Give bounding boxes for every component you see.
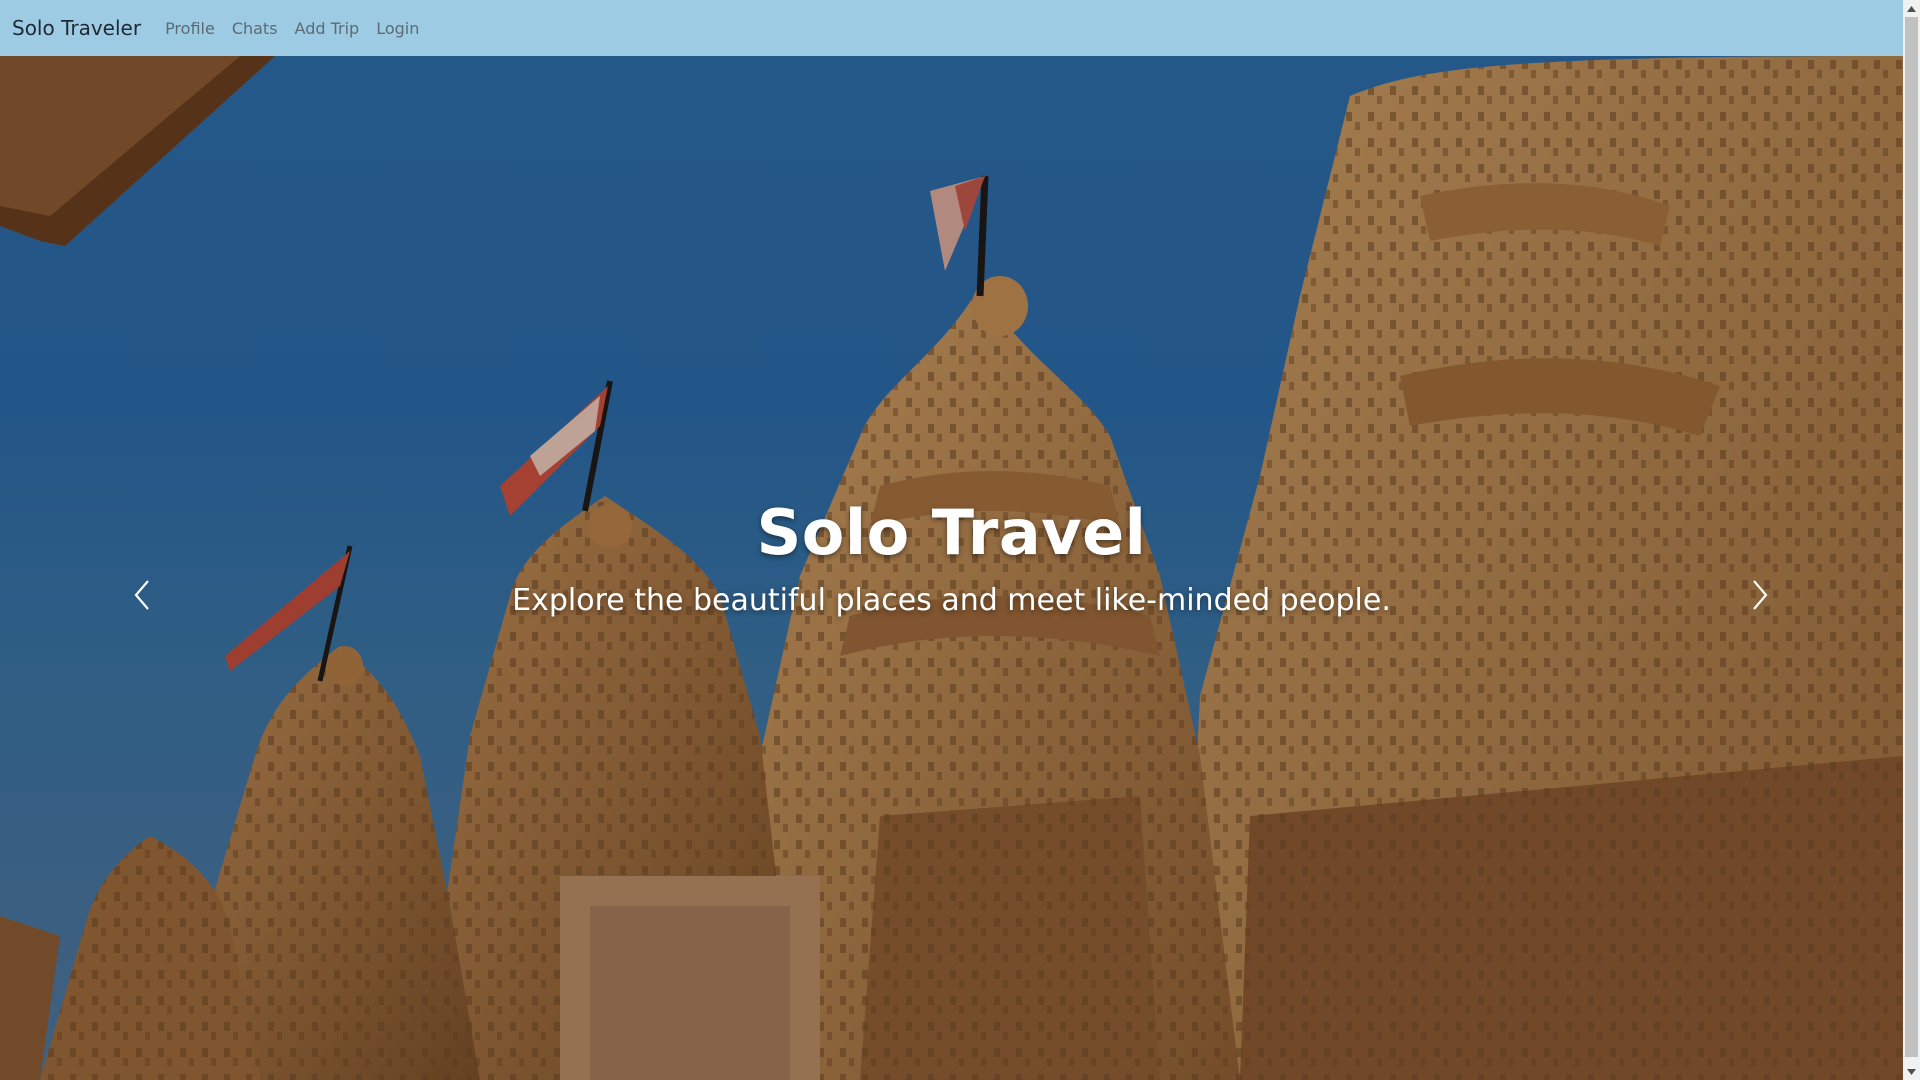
vertical-scrollbar[interactable] <box>1903 0 1920 1080</box>
brand-link[interactable]: Solo Traveler <box>12 16 141 40</box>
carousel-prev-button[interactable] <box>118 555 166 635</box>
page: Solo Traveler Profile Chats Add Trip Log… <box>0 0 1920 1080</box>
chevron-left-icon <box>134 580 149 610</box>
nav-link-login[interactable]: Login <box>376 19 419 38</box>
scroll-up-arrow-icon[interactable] <box>1903 0 1920 17</box>
carousel-next-button[interactable] <box>1736 555 1784 635</box>
hero-subtitle: Explore the beautiful places and meet li… <box>512 583 1391 618</box>
hero-caption: Solo Travel Explore the beautiful places… <box>0 496 1903 618</box>
navbar: Solo Traveler Profile Chats Add Trip Log… <box>0 0 1903 56</box>
scroll-down-arrow-icon[interactable] <box>1903 1063 1920 1080</box>
hero-title: Solo Travel <box>756 496 1147 569</box>
hero-carousel: Solo Travel Explore the beautiful places… <box>0 56 1903 1080</box>
nav-link-profile[interactable]: Profile <box>165 19 215 38</box>
chevron-right-icon <box>1753 580 1768 610</box>
nav-link-chats[interactable]: Chats <box>232 19 278 38</box>
nav-link-add-trip[interactable]: Add Trip <box>295 19 360 38</box>
scrollbar-thumb[interactable] <box>1905 17 1918 1057</box>
